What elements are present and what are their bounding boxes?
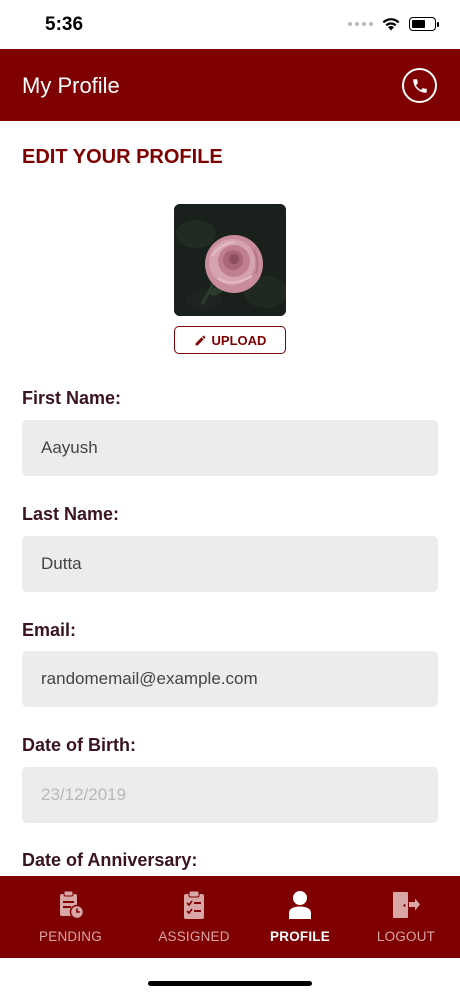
upload-button[interactable]: UPLOAD [174, 326, 286, 354]
status-bar: 5:36 [0, 0, 460, 49]
phone-icon [412, 78, 427, 93]
clipboard-check-icon [184, 890, 204, 919]
first-name-label: First Name: [22, 388, 122, 408]
nav-label-pending: PENDING [39, 929, 102, 944]
last-name-label: Last Name: [22, 504, 120, 524]
app-bar: My Profile [0, 49, 460, 121]
home-indicator [148, 981, 312, 986]
dob-field[interactable] [22, 767, 438, 823]
email-label: Email: [22, 620, 77, 640]
avatar[interactable] [174, 204, 286, 316]
rose-photo [174, 204, 286, 316]
nav-item-assigned[interactable]: ASSIGNED [141, 876, 247, 958]
battery-icon [409, 16, 439, 31]
nav-label-logout: LOGOUT [376, 929, 436, 944]
first-name-field[interactable] [22, 420, 438, 476]
signal-icon [348, 21, 373, 26]
dob-label: Date of Birth: [22, 735, 136, 755]
person-icon [289, 891, 311, 919]
nav-label-profile: PROFILE [270, 929, 330, 944]
profile-form: EDIT YOUR PROFILE UPLOAD First Name: Las… [0, 121, 460, 876]
nav-item-pending[interactable]: PENDING [0, 876, 141, 958]
last-name-field[interactable] [22, 536, 438, 592]
nav-item-profile[interactable]: PROFILE [247, 876, 353, 958]
nav-label-assigned: ASSIGNED [158, 929, 230, 944]
email-field[interactable] [22, 651, 438, 707]
upload-label: UPLOAD [211, 332, 267, 348]
pencil-icon [195, 335, 205, 345]
bottom-nav: PENDING ASSIGNED PROFILE LOGOUT [0, 876, 460, 958]
nav-item-logout[interactable]: LOGOUT [353, 876, 459, 958]
wifi-icon [382, 18, 400, 31]
page-title: My Profile [22, 73, 120, 98]
logout-icon [393, 892, 420, 918]
status-icons [348, 16, 439, 31]
anniversary-label: Date of Anniversary: [22, 850, 198, 870]
section-title: EDIT YOUR PROFILE [22, 146, 223, 168]
status-time: 5:36 [45, 14, 84, 35]
clipboard-clock-icon [59, 890, 84, 920]
call-button[interactable] [402, 68, 437, 103]
